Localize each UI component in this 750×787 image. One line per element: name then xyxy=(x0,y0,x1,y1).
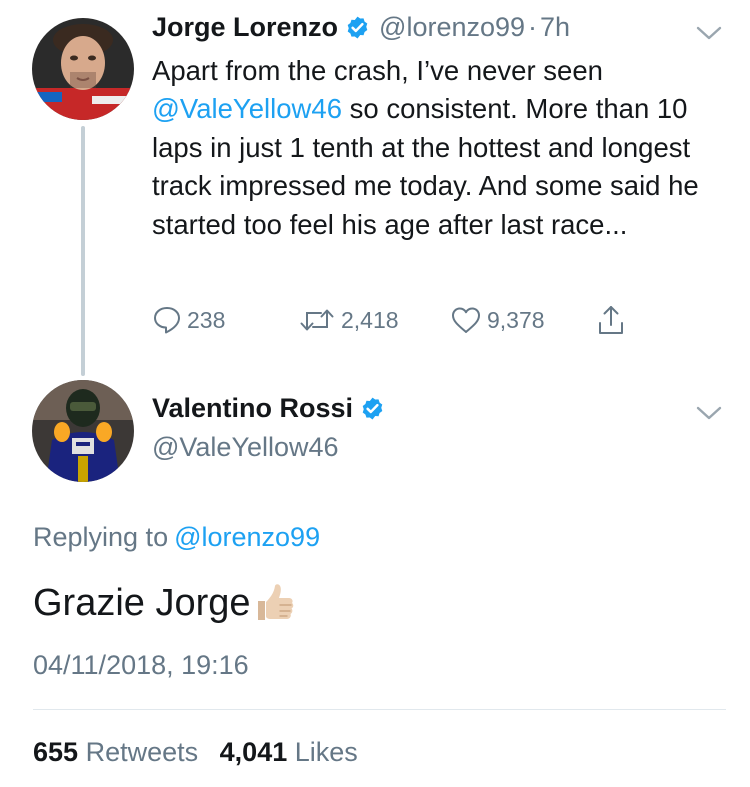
tweet2-timestamp: 04/11/2018, 19:16 xyxy=(33,650,249,680)
tweet1-display-name[interactable]: Jorge Lorenzo xyxy=(152,12,338,43)
thumbs-up-icon xyxy=(257,584,293,620)
tweet2-header: Valentino Rossi xyxy=(152,393,385,424)
retweet-button[interactable]: 2,418 xyxy=(298,305,450,335)
person-avatar-icon xyxy=(32,18,134,120)
retweets-stat[interactable]: 655 Retweets xyxy=(33,737,198,767)
verified-badge-icon xyxy=(347,16,368,39)
likes-count: 4,041 xyxy=(219,737,288,767)
tweet1-separator: · xyxy=(528,12,538,42)
likes-label: Likes xyxy=(294,737,358,767)
tweet2-display-name[interactable]: Valentino Rossi xyxy=(152,393,353,424)
replying-to-line: Replying to @lorenzo99 xyxy=(33,522,320,553)
heart-icon xyxy=(452,307,480,333)
share-button[interactable] xyxy=(596,304,626,336)
chevron-down-icon[interactable] xyxy=(696,25,722,41)
like-button[interactable]: 9,378 xyxy=(450,305,596,335)
like-count: 9,378 xyxy=(487,306,545,333)
replying-to-label: Replying to xyxy=(33,522,169,552)
replying-to-mention[interactable]: @lorenzo99 xyxy=(174,522,320,552)
retweets-label: Retweets xyxy=(85,737,199,767)
valentino-rossi-avatar[interactable] xyxy=(32,380,134,482)
tweet1-text-part1: Apart from the crash, I’ve never seen xyxy=(152,55,603,86)
tweet2-text: Grazie Jorge xyxy=(33,580,298,626)
tweet1-handle[interactable]: @lorenzo99 xyxy=(379,12,525,43)
tweet2-text-content: Grazie Jorge xyxy=(33,581,251,624)
divider xyxy=(33,709,726,710)
retweet-count: 2,418 xyxy=(341,306,399,333)
tweet1-action-bar: 238 2,418 9,378 xyxy=(152,300,626,340)
engagement-stats: 655 Retweets 4,041 Likes xyxy=(33,737,358,768)
mention-link[interactable]: @ValeYellow46 xyxy=(152,93,342,124)
retweets-count: 655 xyxy=(33,737,79,767)
verified-badge-icon xyxy=(362,397,383,420)
share-icon xyxy=(599,306,623,334)
reply-count: 238 xyxy=(187,306,226,333)
tweet1-text: Apart from the crash, I’ve never seen @V… xyxy=(152,52,722,244)
person-avatar-icon xyxy=(32,380,134,482)
tweet1-time[interactable]: 7h xyxy=(540,12,570,43)
retweet-icon xyxy=(300,309,334,331)
chevron-down-icon[interactable] xyxy=(696,405,722,421)
reply-button[interactable]: 238 xyxy=(152,305,298,335)
tweet1-header: Jorge Lorenzo @lorenzo99 · 7h xyxy=(152,12,570,43)
jorge-lorenzo-avatar[interactable] xyxy=(32,18,134,120)
reply-icon xyxy=(154,307,180,334)
thread-connector-line xyxy=(81,126,85,376)
tweet2-handle[interactable]: @ValeYellow46 xyxy=(152,432,339,463)
likes-stat[interactable]: 4,041 Likes xyxy=(220,737,358,767)
